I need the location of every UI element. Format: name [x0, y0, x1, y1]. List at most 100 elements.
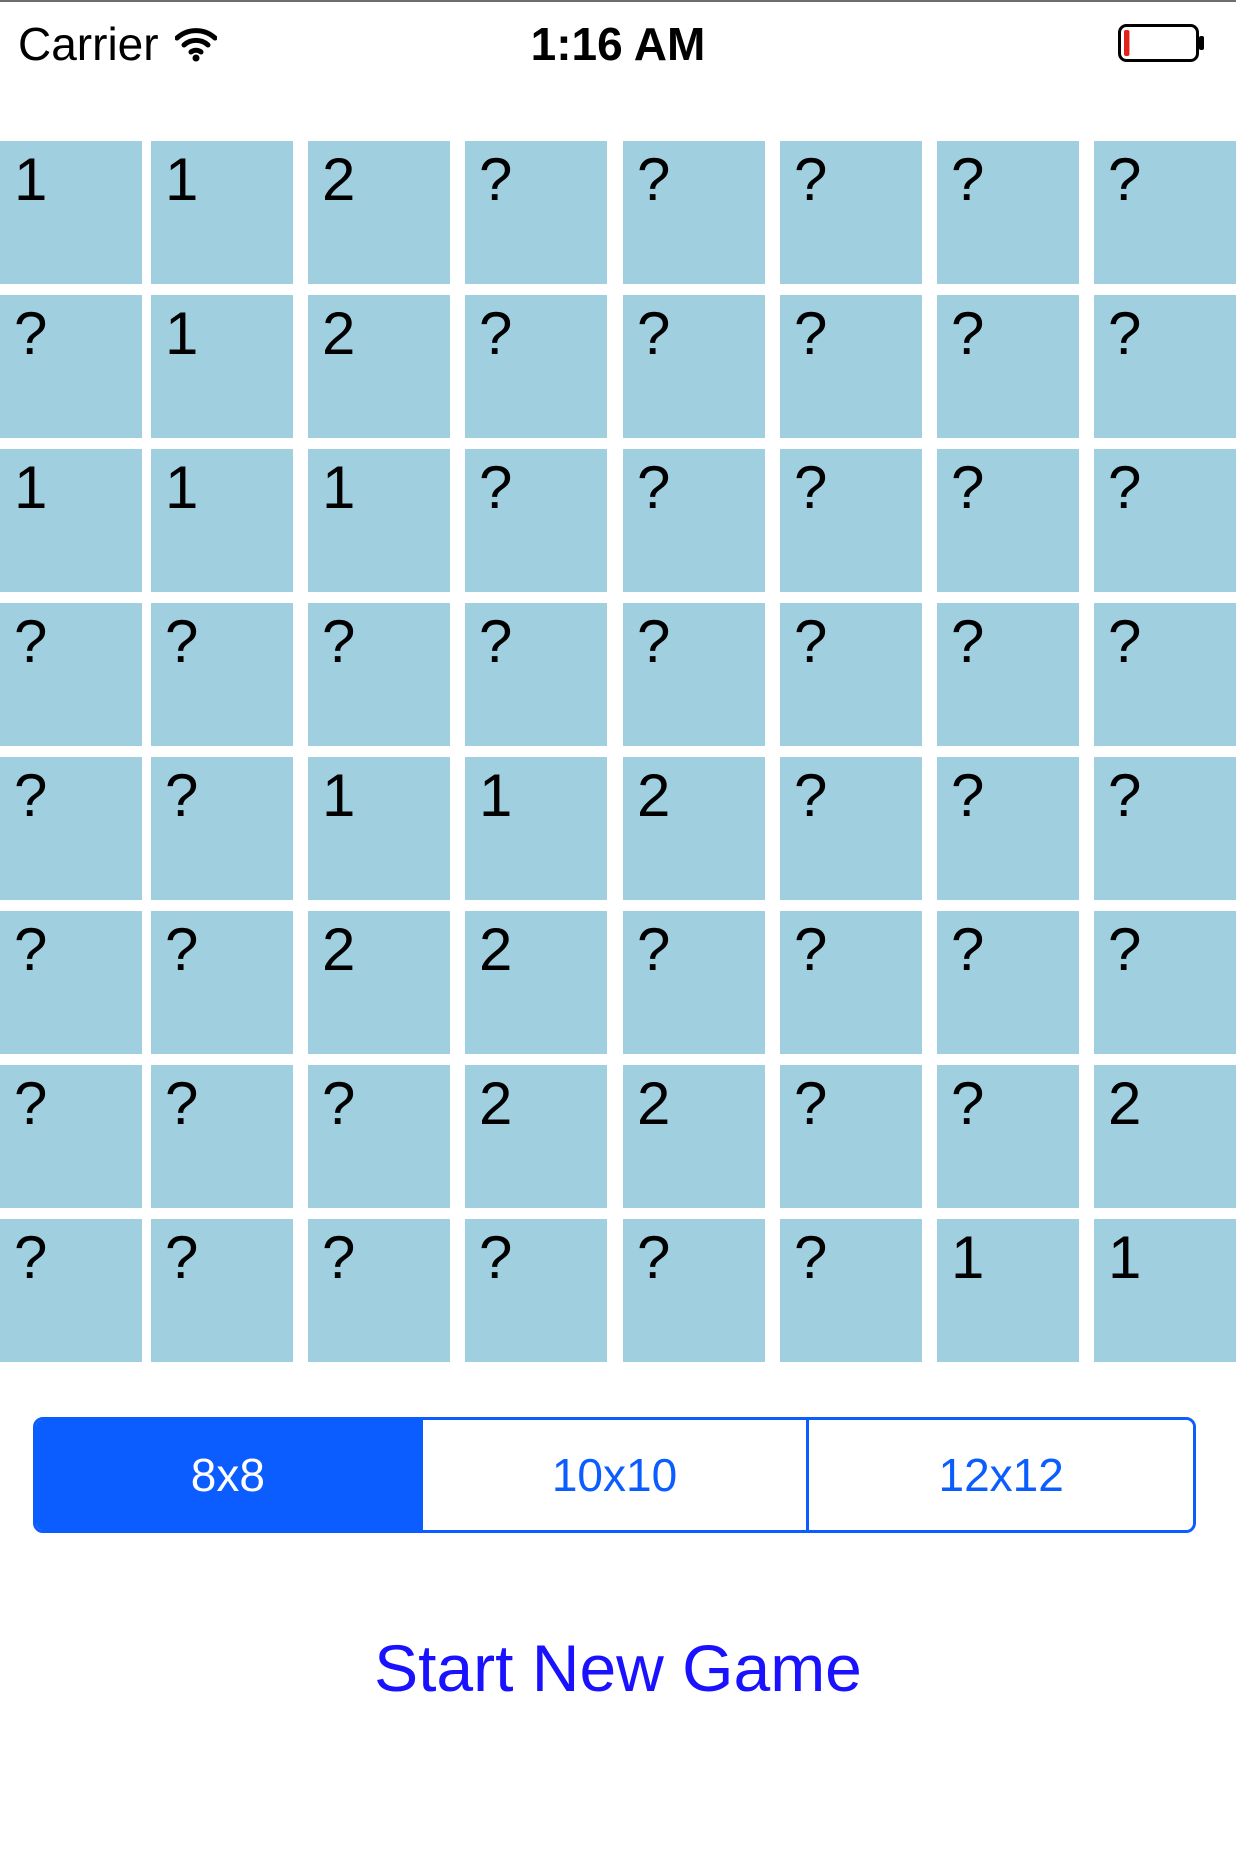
board-cell[interactable]: ?: [780, 1065, 922, 1208]
board-cell[interactable]: ?: [0, 1065, 142, 1208]
size-option-10x10[interactable]: 10x10: [419, 1420, 807, 1530]
cell-value: 2: [637, 1070, 671, 1137]
board-cell[interactable]: ?: [0, 295, 142, 438]
board-cell[interactable]: ?: [780, 449, 922, 592]
board-cell[interactable]: ?: [1094, 449, 1236, 592]
board-cell[interactable]: ?: [937, 603, 1079, 746]
board-cell[interactable]: ?: [937, 449, 1079, 592]
cell-value: ?: [1108, 454, 1142, 521]
board-cell[interactable]: 2: [308, 141, 450, 284]
board-cell[interactable]: ?: [937, 911, 1079, 1054]
cell-value: 2: [1108, 1070, 1142, 1137]
board-cell[interactable]: ?: [780, 757, 922, 900]
board-cell[interactable]: ?: [1094, 603, 1236, 746]
board-cell[interactable]: 2: [1094, 1065, 1236, 1208]
board-cell[interactable]: ?: [780, 1219, 922, 1362]
board-cell[interactable]: ?: [0, 757, 142, 900]
board-cell[interactable]: ?: [465, 141, 607, 284]
board-cell[interactable]: ?: [465, 1219, 607, 1362]
board-cell[interactable]: ?: [465, 449, 607, 592]
cell-value: 1: [165, 300, 199, 367]
board-cell[interactable]: 2: [623, 757, 765, 900]
cell-value: ?: [14, 916, 48, 983]
cell-value: 2: [479, 1070, 513, 1137]
board-cell[interactable]: ?: [151, 1065, 293, 1208]
start-new-game-button[interactable]: Start New Game: [0, 1628, 1236, 1708]
board-cell[interactable]: ?: [1094, 757, 1236, 900]
board-cell[interactable]: ?: [780, 295, 922, 438]
board-cell[interactable]: 1: [151, 449, 293, 592]
cell-value: ?: [1108, 608, 1142, 675]
board-cell[interactable]: ?: [937, 1065, 1079, 1208]
board-cell[interactable]: ?: [0, 911, 142, 1054]
board-cell[interactable]: ?: [465, 603, 607, 746]
board-cell[interactable]: ?: [308, 1065, 450, 1208]
board-cell[interactable]: 2: [623, 1065, 765, 1208]
board-cell[interactable]: ?: [151, 757, 293, 900]
board-cell[interactable]: ?: [937, 295, 1079, 438]
board-cell[interactable]: ?: [1094, 295, 1236, 438]
cell-value: 1: [14, 454, 48, 521]
cell-value: ?: [637, 608, 671, 675]
board-cell[interactable]: ?: [937, 141, 1079, 284]
board-cell[interactable]: 1: [0, 141, 142, 284]
cell-value: 2: [322, 146, 356, 213]
status-bar: Carrier 1:16 AM: [0, 0, 1236, 80]
board-cell[interactable]: ?: [623, 449, 765, 592]
board-cell[interactable]: ?: [308, 1219, 450, 1362]
board-cell[interactable]: 1: [151, 141, 293, 284]
board-cell[interactable]: ?: [780, 603, 922, 746]
board-cell[interactable]: ?: [937, 757, 1079, 900]
cell-value: 1: [165, 146, 199, 213]
board-cell[interactable]: ?: [623, 603, 765, 746]
board-cell[interactable]: ?: [0, 1219, 142, 1362]
board-cell[interactable]: ?: [623, 1219, 765, 1362]
board-cell[interactable]: 2: [465, 911, 607, 1054]
board-cell[interactable]: ?: [151, 1219, 293, 1362]
board-cell[interactable]: 1: [1094, 1219, 1236, 1362]
cell-value: ?: [951, 454, 985, 521]
cell-value: ?: [637, 1224, 671, 1291]
size-option-12x12[interactable]: 12x12: [806, 1420, 1193, 1530]
cell-value: ?: [1108, 300, 1142, 367]
cell-value: 2: [637, 762, 671, 829]
board-cell[interactable]: 1: [308, 449, 450, 592]
board-cell[interactable]: ?: [623, 911, 765, 1054]
board-cell[interactable]: ?: [308, 603, 450, 746]
cell-value: ?: [794, 608, 828, 675]
size-option-8x8[interactable]: 8x8: [36, 1420, 420, 1530]
board-cell[interactable]: ?: [151, 603, 293, 746]
board-cell[interactable]: 2: [308, 295, 450, 438]
cell-value: 1: [951, 1224, 985, 1291]
board-cell[interactable]: ?: [780, 911, 922, 1054]
cell-value: ?: [14, 300, 48, 367]
cell-value: ?: [165, 608, 199, 675]
board-cell[interactable]: ?: [1094, 911, 1236, 1054]
board-cell[interactable]: 1: [308, 757, 450, 900]
cell-value: ?: [479, 1224, 513, 1291]
board-cell[interactable]: ?: [465, 295, 607, 438]
cell-value: ?: [794, 146, 828, 213]
board-cell[interactable]: 1: [937, 1219, 1079, 1362]
cell-value: 1: [14, 146, 48, 213]
cell-value: ?: [165, 1224, 199, 1291]
board-cell[interactable]: ?: [780, 141, 922, 284]
board-cell[interactable]: 1: [465, 757, 607, 900]
cell-value: ?: [951, 146, 985, 213]
board-cell[interactable]: 1: [0, 449, 142, 592]
cell-value: 2: [479, 916, 513, 983]
board-cell[interactable]: ?: [151, 911, 293, 1054]
board-cell[interactable]: ?: [623, 295, 765, 438]
board-cell[interactable]: ?: [0, 603, 142, 746]
board-size-selector[interactable]: 8x8 10x10 12x12: [33, 1417, 1196, 1533]
cell-value: ?: [637, 300, 671, 367]
cell-value: ?: [794, 916, 828, 983]
board-cell[interactable]: ?: [623, 141, 765, 284]
board-cell[interactable]: 2: [308, 911, 450, 1054]
board-cell[interactable]: ?: [1094, 141, 1236, 284]
board-cell[interactable]: 1: [151, 295, 293, 438]
cell-value: ?: [1108, 762, 1142, 829]
board-cell[interactable]: 2: [465, 1065, 607, 1208]
battery-fill: [1124, 30, 1130, 56]
cell-value: ?: [479, 300, 513, 367]
